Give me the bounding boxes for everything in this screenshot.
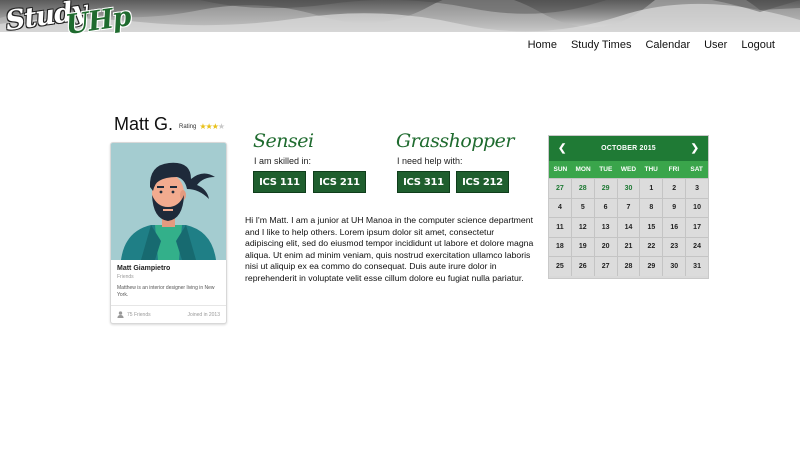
calendar-day[interactable]: 28: [571, 179, 594, 198]
calendar-day[interactable]: 6: [594, 198, 617, 217]
calendar-day[interactable]: 4: [549, 198, 571, 217]
friends-count[interactable]: 75 Friends: [117, 311, 151, 318]
card-name: Matt Giampietro: [117, 265, 171, 272]
calendar-grid: 27 28 29 30 1 2 3 4 5 6 7 8 9 10 11 12 13 14 15 16 17 18 19 20 2…: [549, 178, 708, 276]
rating-stars: ★★★★: [199, 122, 225, 131]
nav-logout[interactable]: Logout: [734, 39, 782, 51]
star-empty-icon: ★: [217, 122, 225, 131]
calendar-day[interactable]: 30: [663, 257, 686, 276]
weekday-label: MON: [575, 166, 591, 173]
profile-name: Matt G.: [114, 114, 174, 134]
calendar-day[interactable]: 13: [594, 218, 617, 237]
joined-label: Joined in 2013: [187, 311, 220, 318]
course-badge-ics311[interactable]: ICS 311: [397, 171, 450, 193]
calendar-header: ❮ OCTOBER 2015 ❯: [549, 136, 708, 161]
calendar-day[interactable]: 5: [571, 198, 594, 217]
calendar-day[interactable]: 27: [594, 257, 617, 276]
calendar-day[interactable]: 14: [617, 218, 640, 237]
nav-calendar[interactable]: Calendar: [638, 39, 697, 51]
weekday-label: TUE: [599, 166, 613, 173]
sensei-subheading: I am skilled in:: [254, 156, 312, 166]
weekday-label: THU: [644, 166, 658, 173]
course-badge-ics111[interactable]: ICS 111: [253, 171, 306, 193]
rating-label: Rating: [179, 123, 197, 130]
calendar-day[interactable]: 20: [594, 237, 617, 256]
avatar: [111, 143, 226, 260]
calendar-day[interactable]: 3: [686, 179, 708, 198]
card-footer: 75 Friends Joined in 2013: [111, 305, 226, 323]
bio-text: Hi I'm Matt. I am a junior at UH Manoa i…: [245, 215, 534, 283]
nav-home[interactable]: Home: [521, 39, 564, 51]
calendar-day[interactable]: 2: [663, 179, 686, 198]
nav-study-times[interactable]: Study Times: [564, 39, 639, 51]
grasshopper-subheading: I need help with:: [397, 156, 463, 166]
weekday-label: SUN: [553, 166, 568, 173]
calendar-day[interactable]: 18: [549, 237, 571, 256]
chevron-right-icon[interactable]: ❯: [691, 143, 699, 154]
calendar-day[interactable]: 9: [663, 198, 686, 217]
calendar-day[interactable]: 1: [640, 179, 663, 198]
calendar-day[interactable]: 24: [686, 237, 708, 256]
grasshopper-heading: Grasshopper: [396, 130, 514, 152]
nav-user[interactable]: User: [697, 39, 734, 51]
calendar-day[interactable]: 7: [617, 198, 640, 217]
calendar-day[interactable]: 25: [549, 257, 571, 276]
calendar-day[interactable]: 10: [686, 198, 708, 217]
calendar-day[interactable]: 12: [571, 218, 594, 237]
calendar-month: OCTOBER 2015: [601, 145, 656, 152]
user-icon: [117, 311, 124, 318]
sensei-heading: Sensei: [253, 130, 314, 152]
calendar-day[interactable]: 23: [663, 237, 686, 256]
calendar-day[interactable]: 11: [549, 218, 571, 237]
rating: Rating ★★★★: [179, 122, 225, 131]
calendar-day[interactable]: 27: [549, 179, 571, 198]
calendar-day[interactable]: 8: [640, 198, 663, 217]
calendar-weekdays: SUN MON TUE WED THU FRI SAT: [549, 161, 708, 178]
weekday-label: WED: [620, 166, 637, 173]
calendar-day[interactable]: 29: [640, 257, 663, 276]
brand-logo[interactable]: Study UHp: [4, 0, 133, 52]
chevron-left-icon[interactable]: ❮: [558, 143, 566, 154]
friends-label: 75 Friends: [127, 311, 151, 318]
weekday-label: FRI: [668, 166, 680, 173]
card-description: Matthew is an interior designer living i…: [117, 285, 215, 298]
calendar-day[interactable]: 28: [617, 257, 640, 276]
card-subtitle: Friends: [117, 274, 134, 280]
calendar-day[interactable]: 29: [594, 179, 617, 198]
calendar-day[interactable]: 16: [663, 218, 686, 237]
calendar-day[interactable]: 22: [640, 237, 663, 256]
course-badge-ics211[interactable]: ICS 211: [313, 171, 366, 193]
calendar-day[interactable]: 30: [617, 179, 640, 198]
calendar-day[interactable]: 21: [617, 237, 640, 256]
profile-card: Matt Giampietro Friends Matthew is an in…: [110, 142, 227, 324]
calendar-day[interactable]: 15: [640, 218, 663, 237]
weekday-label: SAT: [690, 166, 703, 173]
main-nav: Home Study Times Calendar User Logout: [521, 39, 782, 51]
calendar-widget: ❮ OCTOBER 2015 ❯ SUN MON TUE WED THU FRI…: [548, 135, 709, 279]
course-badge-ics212[interactable]: ICS 212: [456, 171, 509, 193]
calendar-day[interactable]: 19: [571, 237, 594, 256]
calendar-day[interactable]: 26: [571, 257, 594, 276]
calendar-day[interactable]: 31: [686, 257, 708, 276]
calendar-day[interactable]: 17: [686, 218, 708, 237]
